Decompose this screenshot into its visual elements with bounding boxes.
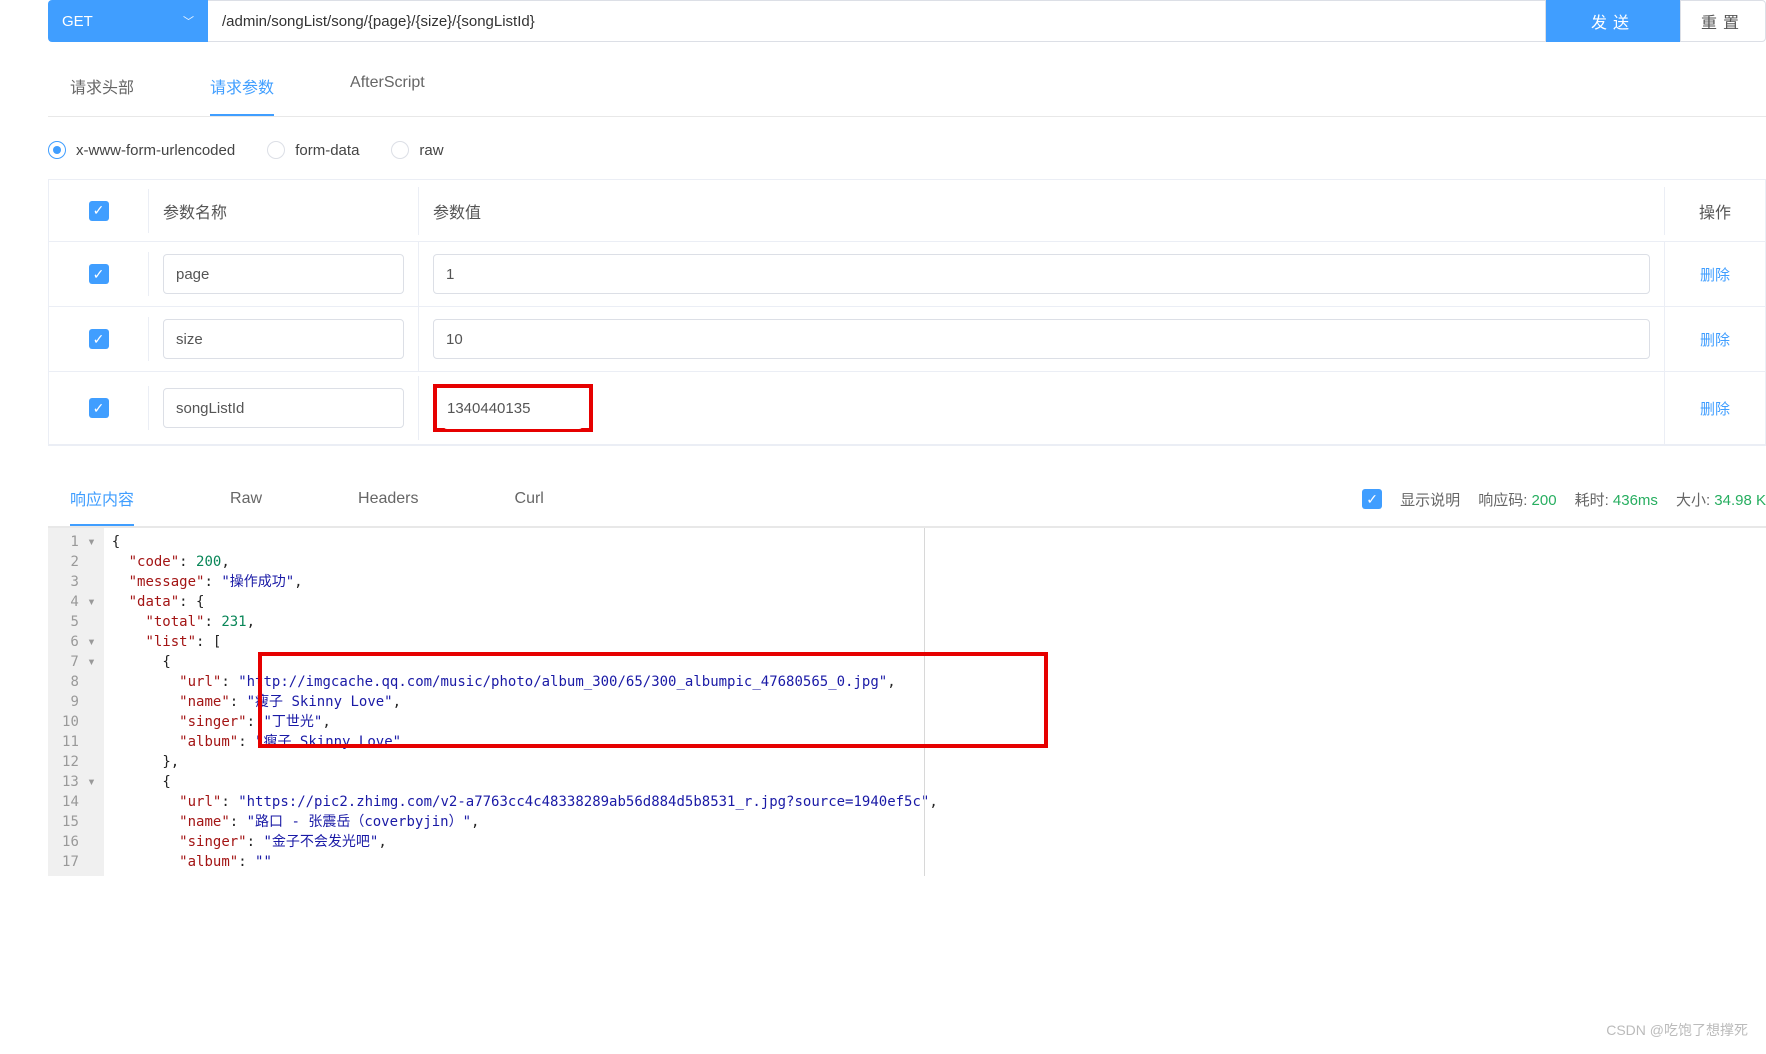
splitter[interactable] <box>924 528 925 876</box>
tab-request-headers[interactable]: 请求头部 <box>70 74 134 116</box>
chevron-down-icon: ﹀ <box>183 13 194 29</box>
table-row: ✓ 删除 <box>49 307 1765 372</box>
highlight-annotation <box>433 384 593 432</box>
tab-response-raw[interactable]: Raw <box>230 490 262 522</box>
radio-xwww[interactable]: x-www-form-urlencoded <box>48 141 235 159</box>
response-tabs: 响应内容 Raw Headers Curl ✓ 显示说明 响应码: 200 耗时… <box>48 486 1766 527</box>
param-name-input[interactable] <box>163 319 404 359</box>
http-method-value: GET <box>62 13 93 30</box>
checkbox-show-desc[interactable]: ✓ <box>1362 489 1382 509</box>
tab-afterscript[interactable]: AfterScript <box>350 74 425 116</box>
param-name-input[interactable] <box>163 388 404 428</box>
status-size: 34.98 K <box>1714 492 1766 509</box>
tab-response-body[interactable]: 响应内容 <box>70 486 134 526</box>
param-name-input[interactable] <box>163 254 404 294</box>
table-header-row: ✓ 参数名称 参数值 操作 <box>49 180 1765 242</box>
checkbox[interactable]: ✓ <box>89 264 109 284</box>
tab-response-headers[interactable]: Headers <box>358 490 418 522</box>
table-row: ✓ 删除 <box>49 242 1765 307</box>
col-name: 参数名称 <box>149 187 419 235</box>
response-json[interactable]: { "code": 200, "message": "操作成功", "data"… <box>104 528 1766 876</box>
show-desc-label: 显示说明 <box>1400 489 1460 510</box>
radio-icon <box>391 141 409 159</box>
status-code: 200 <box>1532 492 1557 509</box>
params-table: ✓ 参数名称 参数值 操作 ✓ 删除 ✓ 删除 ✓ 删除 <box>48 179 1766 446</box>
http-method-select[interactable]: GET ﹀ <box>48 0 208 42</box>
radio-formdata[interactable]: form-data <box>267 141 359 159</box>
send-button[interactable]: 发送 <box>1546 0 1680 42</box>
delete-link[interactable]: 删除 <box>1700 398 1730 419</box>
response-status-bar: ✓ 显示说明 响应码: 200 耗时: 436ms 大小: 34.98 K <box>1362 489 1766 524</box>
url-input[interactable] <box>208 0 1546 42</box>
checkbox-all[interactable]: ✓ <box>89 201 109 221</box>
tab-response-curl[interactable]: Curl <box>515 490 544 522</box>
col-ops: 操作 <box>1665 187 1765 235</box>
param-value-input[interactable] <box>433 319 1650 359</box>
reset-button[interactable]: 重置 <box>1680 0 1766 42</box>
radio-icon <box>48 141 66 159</box>
response-body-viewer: 1 ▾ 2 3 4 ▾ 5 6 ▾ 7 ▾ 8 9 10 11 12 13 ▾ … <box>48 527 1766 876</box>
body-type-radios: x-www-form-urlencoded form-data raw <box>48 141 1766 159</box>
table-row: ✓ 删除 <box>49 372 1765 445</box>
param-value-input[interactable] <box>443 389 583 429</box>
checkbox[interactable]: ✓ <box>89 329 109 349</box>
param-value-input[interactable] <box>433 254 1650 294</box>
delete-link[interactable]: 删除 <box>1700 329 1730 350</box>
request-tabs: 请求头部 请求参数 AfterScript <box>48 74 1766 117</box>
delete-link[interactable]: 删除 <box>1700 264 1730 285</box>
status-time: 436ms <box>1613 492 1658 509</box>
radio-icon <box>267 141 285 159</box>
col-value: 参数值 <box>419 187 1665 235</box>
tab-request-params[interactable]: 请求参数 <box>210 74 274 116</box>
checkbox[interactable]: ✓ <box>89 398 109 418</box>
line-gutter: 1 ▾ 2 3 4 ▾ 5 6 ▾ 7 ▾ 8 9 10 11 12 13 ▾ … <box>48 528 104 876</box>
watermark: CSDN @吃饱了想撑死 <box>1606 1020 1748 1040</box>
radio-raw[interactable]: raw <box>391 141 443 159</box>
